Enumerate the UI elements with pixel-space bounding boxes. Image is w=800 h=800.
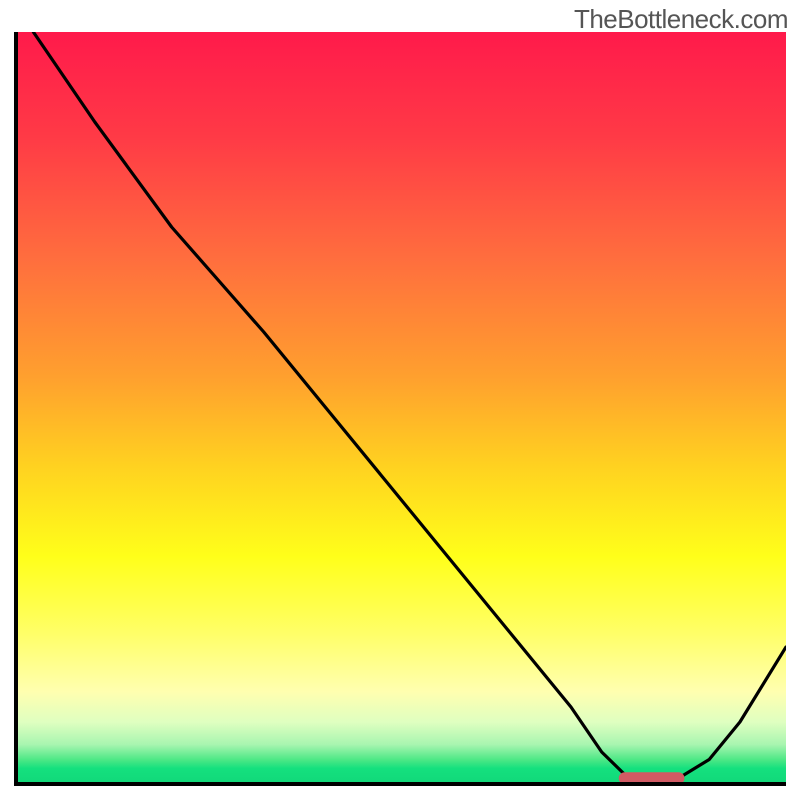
bottleneck-curve-path xyxy=(33,32,786,778)
chart-svg xyxy=(18,32,786,782)
chart-frame: TheBottleneck.com xyxy=(0,0,800,800)
plot-area xyxy=(18,32,786,782)
watermark-text: TheBottleneck.com xyxy=(574,4,788,35)
plot-axes xyxy=(14,32,786,786)
